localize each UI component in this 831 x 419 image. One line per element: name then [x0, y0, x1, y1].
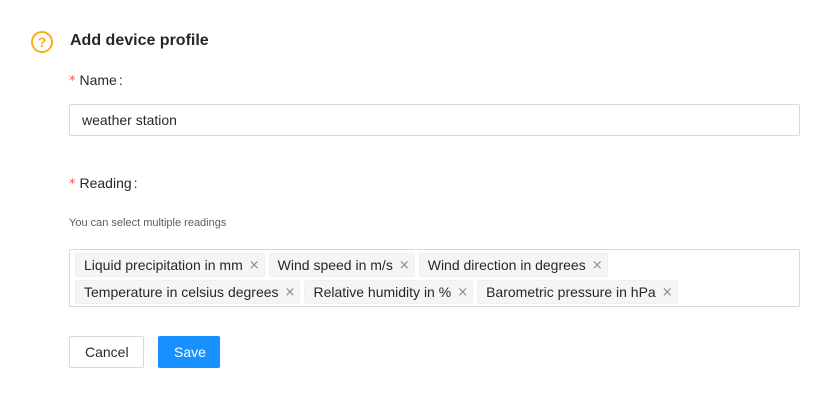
close-icon[interactable]: × — [399, 259, 410, 272]
reading-tag: Liquid precipitation in mm × — [75, 253, 265, 277]
reading-tag: Temperature in celsius degrees × — [75, 280, 301, 304]
reading-label-text: Reading — [79, 175, 132, 191]
label-colon: : — [133, 175, 138, 191]
name-label: * Name: — [69, 72, 123, 89]
reading-tag: Barometric pressure in hPa × — [477, 280, 678, 304]
tag-label: Relative humidity in % — [313, 284, 452, 300]
tag-label: Temperature in celsius degrees — [84, 284, 279, 300]
reading-label: * Reading: — [69, 175, 138, 192]
close-icon[interactable]: × — [249, 259, 260, 272]
tag-label: Liquid precipitation in mm — [84, 257, 243, 273]
question-circle-icon: ? — [31, 31, 53, 53]
tag-label: Wind direction in degrees — [427, 257, 586, 273]
required-mark: * — [69, 177, 76, 192]
reading-multi-select[interactable]: Liquid precipitation in mm × Wind speed … — [69, 249, 800, 307]
name-label-text: Name — [79, 72, 117, 88]
reading-tag: Relative humidity in % × — [304, 280, 474, 304]
name-input[interactable] — [69, 104, 800, 136]
reading-tag: Wind direction in degrees × — [418, 253, 608, 277]
reading-tag: Wind speed in m/s × — [268, 253, 415, 277]
close-icon[interactable]: × — [457, 286, 468, 299]
required-mark: * — [69, 74, 76, 89]
tag-label: Barometric pressure in hPa — [486, 284, 656, 300]
tag-row: Temperature in celsius degrees × Relativ… — [75, 280, 795, 304]
label-colon: : — [118, 72, 123, 88]
tag-label: Wind speed in m/s — [277, 257, 393, 273]
reading-hint: You can select multiple readings — [69, 217, 227, 229]
close-icon[interactable]: × — [662, 286, 673, 299]
close-icon[interactable]: × — [592, 259, 603, 272]
save-button[interactable]: Save — [158, 336, 220, 368]
tag-row: Liquid precipitation in mm × Wind speed … — [75, 253, 795, 277]
dialog-title: Add device profile — [70, 32, 209, 49]
close-icon[interactable]: × — [285, 286, 296, 299]
add-device-profile-dialog: ? Add device profile *Name: *Reading: Yo… — [0, 0, 831, 419]
cancel-button[interactable]: Cancel — [69, 336, 144, 368]
